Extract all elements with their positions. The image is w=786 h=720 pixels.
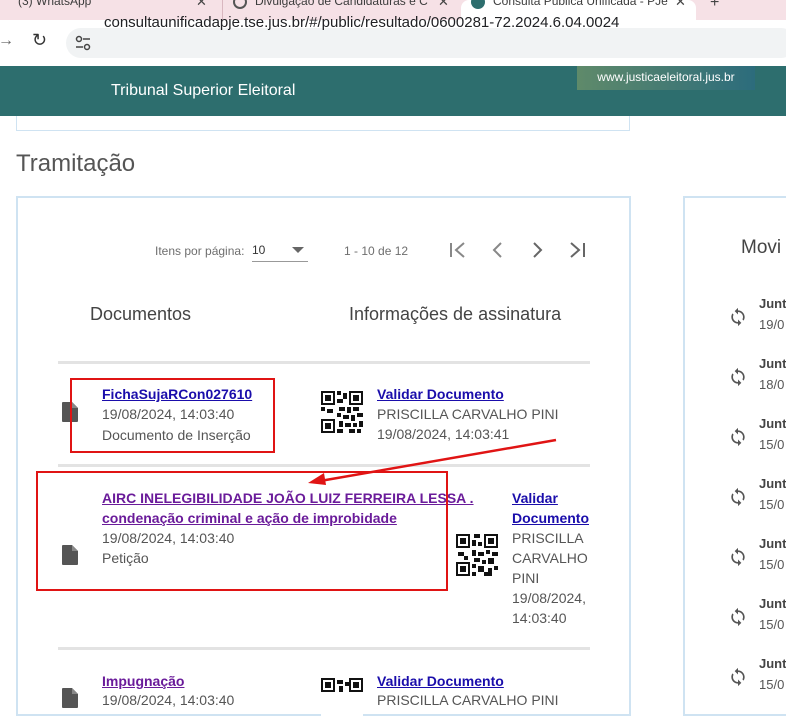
- signer-name: PRISCILLA CARVALHO PINI: [377, 692, 559, 708]
- signer-name-line3: PINI: [512, 570, 540, 586]
- document-date: 19/08/2024, 14:03:40: [102, 692, 235, 708]
- qr-code-icon: [321, 678, 363, 720]
- sync-icon: [731, 427, 745, 447]
- movement-item[interactable]: Junt 15/0: [720, 470, 786, 520]
- page-range: 1 - 10 de 12: [344, 244, 409, 258]
- portal-link[interactable]: www.justicaeleitoral.jus.br: [577, 66, 755, 90]
- movement-label: Junt: [759, 416, 786, 431]
- movement-date: 15/0: [759, 437, 785, 452]
- site-title: Tribunal Superior Eleitoral: [111, 82, 296, 99]
- reload-icon[interactable]: ↻: [32, 30, 47, 51]
- movement-date: 19/0: [759, 317, 785, 332]
- signer-name-line2: CARVALHO: [512, 550, 588, 566]
- tab-label: (3) WhatsApp: [18, 0, 92, 8]
- signed-at: 19/08/2024,: [512, 590, 586, 606]
- close-icon[interactable]: ✕: [196, 0, 207, 10]
- movement-item[interactable]: Junt 18/0: [720, 350, 786, 400]
- movement-date: 15/0: [759, 617, 785, 632]
- sync-icon: [731, 487, 745, 507]
- site-header: Tribunal Superior Eleitoral www.justicae…: [0, 66, 786, 116]
- movement-item[interactable]: Junt 15/0: [720, 590, 786, 640]
- validate-document-link-line2[interactable]: Documento: [512, 510, 589, 526]
- movement-item[interactable]: Junt 15/0: [720, 410, 786, 460]
- sync-icon: [731, 367, 745, 387]
- row-divider: [58, 361, 590, 364]
- movement-date: 15/0: [759, 557, 785, 572]
- movement-label: Junt: [759, 356, 786, 371]
- red-highlight-box: [70, 378, 275, 453]
- signature-column-header: Informações de assinatura: [349, 304, 562, 324]
- validate-document-link[interactable]: Validar Documento: [377, 673, 504, 689]
- document-link-impugnacao[interactable]: Impugnação: [102, 673, 184, 689]
- document-icon: [62, 688, 78, 708]
- validate-document-link[interactable]: Validar: [512, 490, 558, 506]
- signer-name: PRISCILLA: [512, 530, 584, 546]
- movement-item[interactable]: Junt 15/0: [720, 530, 786, 580]
- row-divider: [58, 647, 590, 650]
- qr-code-icon: [321, 391, 363, 433]
- movement-label: Junt: [759, 476, 786, 491]
- site-settings-icon[interactable]: [75, 35, 91, 51]
- url-text[interactable]: consultaunificadapje.tse.jus.br/#/public…: [104, 14, 619, 31]
- items-per-page-label: Itens por página:: [155, 244, 245, 258]
- movement-date: 15/0: [759, 497, 785, 512]
- signed-at-line2: 14:03:40: [512, 610, 567, 626]
- dropdown-arrow-icon: [292, 247, 304, 253]
- globe-icon: [233, 0, 247, 9]
- tab-label: Consulta Pública Unificada - PJe: [493, 0, 668, 8]
- tse-favicon-icon: [471, 0, 485, 9]
- movement-label: Junt: [759, 656, 786, 671]
- sync-icon: [731, 607, 745, 627]
- movements-list: Junt 19/0 Junt 18/0 Junt 15/0 Junt 15/0 Junt 15/0…: [720, 290, 786, 704]
- validate-document-link[interactable]: Validar Documento: [377, 386, 504, 402]
- sync-icon: [731, 667, 745, 687]
- next-page-icon[interactable]: [531, 241, 545, 259]
- new-tab-icon[interactable]: +: [710, 0, 719, 12]
- signer-name: PRISCILLA CARVALHO PINI: [377, 406, 559, 422]
- sync-icon: [731, 547, 745, 567]
- previous-page-icon[interactable]: [490, 241, 504, 259]
- movement-date: 18/0: [759, 377, 785, 392]
- red-annotation-arrow: [308, 438, 557, 485]
- sync-icon: [731, 307, 745, 327]
- movement-date: 15/0: [759, 677, 785, 692]
- tab-label: Divulgação de Candidaturas e C: [255, 0, 428, 8]
- movement-item[interactable]: Junt 19/0: [720, 290, 786, 340]
- movement-label: Junt: [759, 536, 786, 551]
- movements-title: Movi: [741, 237, 782, 258]
- previous-card-edge: [16, 116, 630, 131]
- section-title: Tramitação: [16, 150, 136, 177]
- movement-label: Junt: [759, 596, 786, 611]
- movement-item[interactable]: Junt 15/0: [720, 650, 786, 700]
- omnibox[interactable]: [66, 28, 786, 58]
- close-icon[interactable]: ✕: [438, 0, 449, 10]
- movement-label: Junt: [759, 296, 786, 311]
- red-highlight-box: [36, 471, 448, 591]
- close-icon[interactable]: ✕: [675, 0, 686, 10]
- forward-arrow-icon[interactable]: →: [0, 32, 14, 50]
- last-page-icon[interactable]: [568, 241, 588, 259]
- first-page-icon[interactable]: [448, 241, 468, 259]
- documents-column-header: Documentos: [90, 304, 192, 324]
- page-size-select[interactable]: 10: [252, 238, 308, 262]
- page-size-value: 10: [252, 243, 266, 257]
- qr-code-icon: [456, 534, 498, 576]
